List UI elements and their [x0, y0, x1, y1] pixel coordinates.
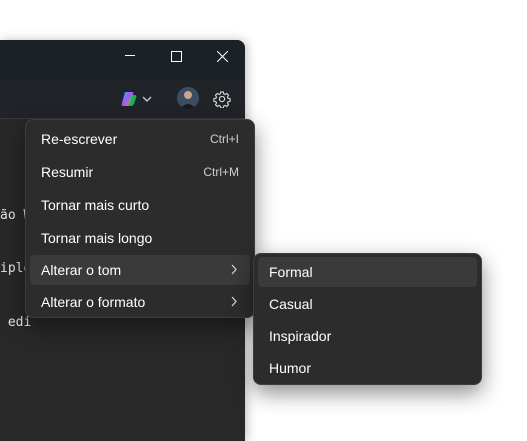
close-icon	[216, 50, 228, 62]
copilot-icon	[121, 92, 137, 106]
menu-item-shortcut: Ctrl+M	[203, 165, 239, 179]
minimize-icon	[125, 55, 135, 56]
chevron-down-icon	[142, 96, 152, 102]
toolbar	[0, 80, 245, 119]
submenu-item-label: Formal	[269, 264, 313, 280]
gear-icon	[213, 91, 231, 108]
menu-item-rewrite[interactable]: Re-escrever Ctrl+I	[30, 124, 250, 154]
rewrite-context-menu: Re-escrever Ctrl+I Resumir Ctrl+M Tornar…	[25, 119, 255, 318]
menu-item-change-format[interactable]: Alterar o formato	[30, 287, 250, 317]
submenu-item-label: Humor	[269, 360, 312, 376]
submenu-item-label: Inspirador	[269, 328, 332, 344]
editor-line: edi	[0, 315, 32, 330]
submenu-item-label: Casual	[269, 296, 313, 312]
submenu-item-casual[interactable]: Casual	[258, 289, 477, 319]
user-avatar-icon	[177, 87, 199, 109]
close-button[interactable]	[199, 40, 245, 72]
settings-button[interactable]	[211, 88, 233, 110]
copilot-button[interactable]	[120, 89, 160, 109]
menu-item-label: Resumir	[41, 164, 94, 180]
maximize-icon	[170, 50, 182, 62]
submenu-item-inspirational[interactable]: Inspirador	[258, 321, 477, 351]
menu-item-summarize[interactable]: Resumir Ctrl+M	[30, 157, 250, 187]
avatar[interactable]	[177, 87, 199, 109]
menu-item-make-shorter[interactable]: Tornar mais curto	[30, 190, 250, 220]
title-bar	[0, 40, 245, 80]
submenu-item-humor[interactable]: Humor	[258, 353, 477, 383]
chevron-right-icon	[231, 264, 237, 275]
menu-item-label: Alterar o tom	[41, 262, 122, 278]
chevron-right-icon	[231, 296, 237, 307]
tone-submenu: Formal Casual Inspirador Humor	[253, 253, 482, 385]
menu-item-label: Tornar mais curto	[41, 197, 150, 213]
menu-item-label: Tornar mais longo	[41, 230, 153, 246]
minimize-button[interactable]	[107, 40, 153, 72]
menu-item-change-tone[interactable]: Alterar o tom	[30, 255, 250, 285]
menu-item-label: Re-escrever	[41, 131, 118, 147]
menu-item-make-longer[interactable]: Tornar mais longo	[30, 223, 250, 253]
maximize-button[interactable]	[153, 40, 199, 72]
submenu-item-formal[interactable]: Formal	[258, 257, 477, 287]
menu-item-label: Alterar o formato	[41, 294, 146, 310]
menu-item-shortcut: Ctrl+I	[209, 132, 239, 146]
